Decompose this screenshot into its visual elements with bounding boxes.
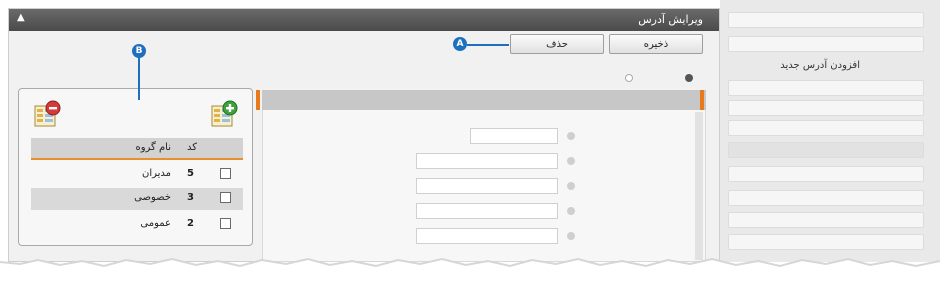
radio-selected[interactable] <box>685 74 693 82</box>
form-field[interactable] <box>470 128 558 144</box>
accent-strip <box>700 90 704 110</box>
group-name: عمومی <box>140 218 171 229</box>
radio-option[interactable] <box>625 74 633 82</box>
group-code: 5 <box>187 168 194 179</box>
callout-a-line <box>467 44 509 46</box>
group-code: 2 <box>187 218 194 229</box>
form-field[interactable] <box>416 178 558 194</box>
bg-field <box>728 212 924 228</box>
radio-row <box>545 72 695 84</box>
chevron-up-icon[interactable]: ▲ <box>17 12 25 23</box>
bg-field <box>728 120 924 136</box>
accent-strip <box>256 90 260 110</box>
save-button[interactable]: ذخیره <box>609 34 703 54</box>
bg-field <box>728 190 924 206</box>
column-header-name[interactable]: نام گروه <box>135 142 171 153</box>
delete-button[interactable]: حذف <box>510 34 604 54</box>
form-field[interactable] <box>416 203 558 219</box>
form-field[interactable] <box>416 153 558 169</box>
bg-field <box>728 12 924 28</box>
row-checkbox[interactable] <box>220 192 231 203</box>
field-icon <box>567 207 575 215</box>
row-checkbox[interactable] <box>220 168 231 179</box>
table-row[interactable]: مدیران 5 <box>31 164 243 186</box>
bg-field <box>728 100 924 116</box>
callout-b-line <box>138 56 140 100</box>
callout-a-badge: A <box>453 37 467 51</box>
bg-field <box>728 36 924 52</box>
torn-edge-decoration <box>0 257 940 284</box>
bg-field <box>728 80 924 96</box>
add-group-icon[interactable] <box>210 100 238 128</box>
address-form-header <box>262 90 706 110</box>
row-checkbox[interactable] <box>220 218 231 229</box>
field-icon <box>567 182 575 190</box>
add-address-label[interactable]: افزودن آدرس جدید <box>780 60 860 71</box>
column-header-code[interactable]: کد <box>187 142 197 153</box>
field-icon <box>567 132 575 140</box>
group-name: مدیران <box>141 168 171 179</box>
groups-table-header: کد نام گروه <box>31 138 243 160</box>
window-titlebar: ▲ ویرایش آدرس <box>9 9 719 31</box>
field-icon <box>567 157 575 165</box>
bg-field <box>728 166 924 182</box>
table-row[interactable]: خصوصی 3 <box>31 188 243 210</box>
callout-b-badge: B <box>132 44 146 58</box>
bg-field <box>728 142 924 158</box>
group-name: خصوصی <box>134 192 171 203</box>
group-code: 3 <box>187 192 194 203</box>
window-title: ویرایش آدرس <box>638 13 703 26</box>
table-row[interactable]: عمومی 2 <box>31 214 243 236</box>
remove-group-icon[interactable] <box>33 100 61 128</box>
